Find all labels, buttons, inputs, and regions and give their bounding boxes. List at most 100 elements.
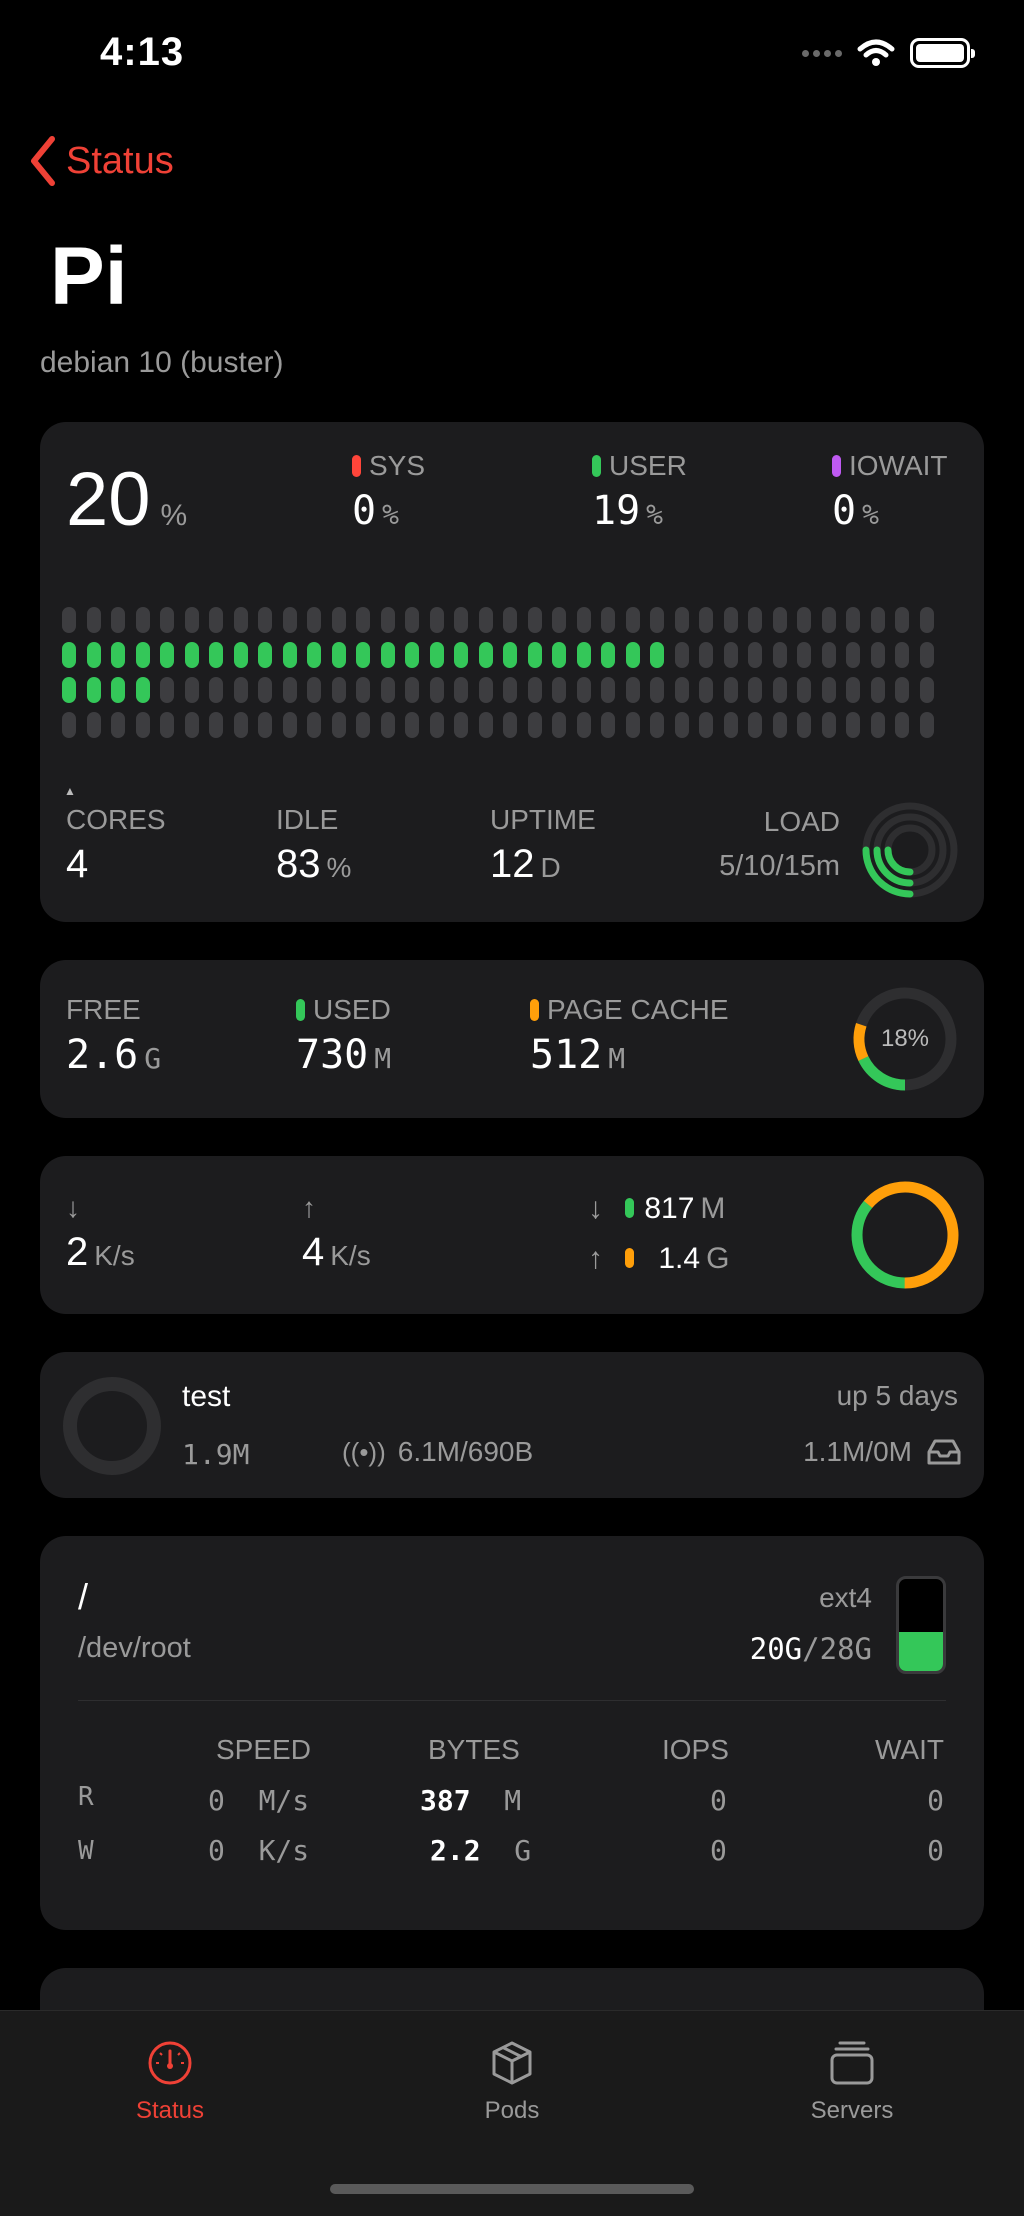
cpu-card[interactable]: 20% SYS 0% USER 19% IOWAIT 0% ▲ CORES 4 … [40,422,984,922]
read-wait: 0 [927,1784,944,1817]
total-down-value: 817 [644,1192,695,1225]
cpu-history-row [62,607,962,633]
cpu-history-cell [454,607,468,633]
free-label: FREE [66,994,141,1025]
cpu-history-cell [184,642,199,668]
cpu-history-cell [601,607,615,633]
cpu-history-cell [307,607,321,633]
cpu-history-cell [527,642,542,668]
cellular-signal-icon [802,49,842,57]
cpu-history-chart [62,607,962,747]
cpu-history-cell [111,712,125,738]
network-card[interactable]: ↓ 2 K/s ↑ 4 K/s ↓ 817 M ↑ 1.4 G [40,1156,984,1314]
cache-unit: M [608,1042,626,1075]
disk-size: /28G [802,1632,872,1666]
cpu-history-cell [380,642,395,668]
cpu-history-cell [62,712,76,738]
cpu-history-cell [160,642,174,668]
cpu-history-cell [748,712,762,738]
cpu-history-row [62,642,962,668]
cpu-history-cell [258,712,272,738]
cpu-history-cell [209,677,223,703]
cpu-uptime: UPTIME 12 D [490,804,596,887]
read-iops: 0 [710,1784,727,1817]
cpu-history-cell [870,642,885,668]
cpu-history-cell [405,607,419,633]
tab-status-label: Status [135,2097,205,2124]
header-bytes: BYTES [428,1734,520,1765]
network-up-arc [851,1181,959,1289]
arrow-down-icon: ↓ [66,1192,80,1223]
cpu-idle: IDLE 83% [276,804,351,887]
cpu-history-cell [429,642,444,668]
cpu-history-cell [527,712,542,738]
total-up-arrow-icon: ↑ [588,1242,603,1275]
cpu-history-cell [478,712,493,738]
cpu-history-cell [870,607,885,633]
cpu-history-cell [282,712,297,738]
total-up-unit: G [706,1242,730,1275]
cpu-history-cell [846,607,860,633]
cpu-history-cell [552,712,566,738]
sys-label: SYS [369,450,426,481]
cpu-history-cell [625,677,640,703]
memory-ring-chart: 18% [850,984,960,1094]
used-value: 730 [296,1032,369,1078]
cpu-history-cell [331,642,346,668]
disk-fs: ext4 [819,1582,872,1613]
used-color-indicator [296,999,305,1021]
cpu-history-cell [674,712,689,738]
cpu-history-cell [601,642,615,668]
tab-servers-label: Servers [810,2097,894,2124]
status-bar: 4:13 [0,0,1024,110]
cpu-history-cell [258,607,272,633]
load-value: 5/10/15m [719,850,840,882]
disk-card[interactable]: / /dev/root ext4 20G/28G SPEED BYTES IOP… [40,1536,984,1930]
cpu-history-cell [356,712,370,738]
cpu-history-cell [625,642,640,668]
tab-status[interactable]: Status [70,2039,270,2125]
arrow-up-icon: ↑ [302,1192,316,1223]
cpu-history-cell [184,677,199,703]
back-label: Status [66,139,174,182]
user-label: USER [609,450,687,481]
load-ring-chart [862,802,958,898]
cpu-history-cell [895,607,909,633]
cpu-history-cell [282,677,297,703]
cpu-history-cell [307,712,321,738]
cpu-history-cell [821,642,836,668]
back-button[interactable]: Status [30,136,174,186]
cpu-history-cell [209,712,223,738]
container-block-io: 1.1M/0M [803,1436,962,1468]
idle-label: IDLE [276,804,339,835]
user-value: 19 [592,488,641,534]
cpu-history-cell [111,607,125,633]
cpu-history-cell [919,607,934,633]
mem-used: USED 730 M [296,994,391,1078]
cpu-history-cell [625,712,640,738]
write-iops: 0 [710,1834,727,1867]
gauge-icon [148,2041,192,2085]
tab-pods[interactable]: Pods [412,2039,612,2125]
cpu-history-cell [650,607,664,633]
cpu-history-cell [233,642,248,668]
cpu-history-cell [625,607,640,633]
container-card[interactable]: test up 5 days 1.9M ((•)) 6.1M/690B 1.1M… [40,1352,984,1498]
cpu-history-cell [478,677,493,703]
up-rate-unit: K/s [330,1240,371,1271]
write-speed: 0 K/s [208,1834,310,1867]
page-title: Pi [50,231,128,322]
cpu-load: LOAD 5/10/15m [719,806,840,883]
cpu-history-cell [748,607,762,633]
cpu-history-cell [748,677,762,703]
cpu-history-cell [356,677,370,703]
cpu-history-cell [380,607,395,633]
cpu-history-cell [258,642,272,668]
tab-servers[interactable]: Servers [752,2039,952,2125]
container-block-io-value: 1.1M/0M [803,1436,912,1467]
cpu-cores: CORES 4 [66,804,166,887]
cpu-history-cell [797,642,811,668]
cpu-history-cell [454,712,468,738]
memory-card[interactable]: FREE 2.6 G USED 730 M PAGE CACHE 512 M 18% [40,960,984,1118]
sys-unit: % [382,498,399,531]
